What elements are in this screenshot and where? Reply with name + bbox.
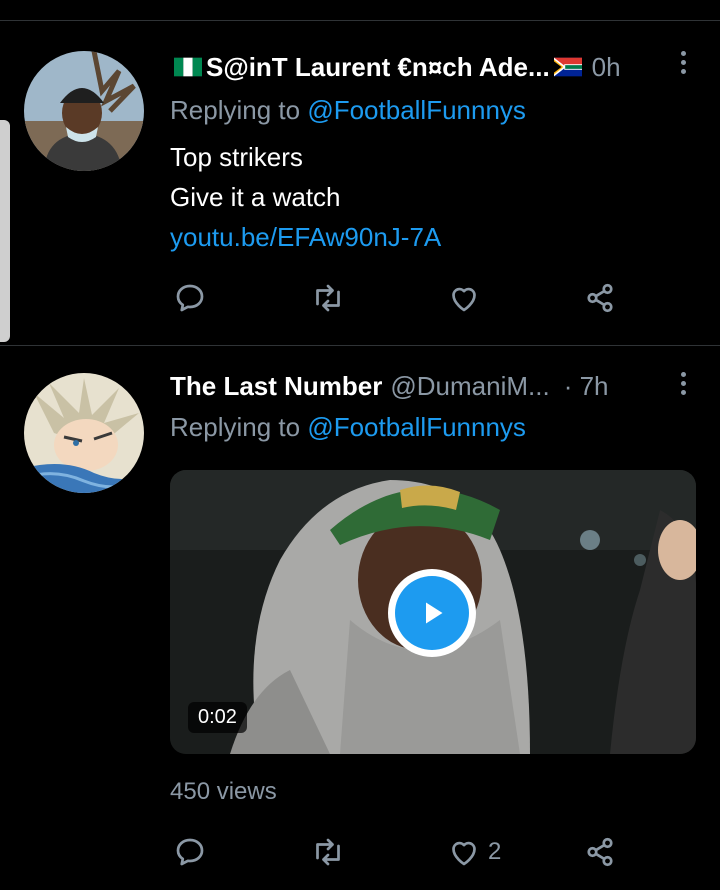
video-player[interactable]: 0:02 (170, 470, 696, 754)
heart-icon (452, 287, 476, 312)
video-duration: 0:02 (188, 702, 247, 733)
tweet-time: · 7h (563, 370, 609, 401)
reply-icon (176, 838, 204, 866)
tweet-link[interactable]: youtu.be/EFAw90nJ-7A (170, 217, 441, 257)
play-icon (426, 602, 443, 624)
tweet-text-line: Top strikers (170, 142, 303, 172)
tweet-header: The Last Number @DumaniM... · 7h (170, 368, 700, 404)
reply-icon (176, 284, 204, 312)
share-icon (587, 283, 613, 313)
view-count: 450 views (170, 778, 277, 805)
share-button[interactable] (582, 278, 618, 318)
retweet-icon (316, 838, 340, 866)
tweet-text-line: Give it a watch (170, 182, 341, 212)
more-options-icon[interactable] (678, 372, 688, 395)
reply-mention-link[interactable]: @FootballFunnnys (307, 95, 526, 125)
tweet-header: S@inT Laurent €n¤ch Ade... 0h (170, 49, 700, 85)
reply-mention-link[interactable]: @FootballFunnnys (307, 412, 526, 442)
reply-button[interactable] (172, 832, 208, 872)
more-options-icon[interactable] (678, 51, 688, 74)
heart-icon (452, 841, 476, 866)
tweet-text: Top strikers Give it a watch youtu.be/EF… (170, 137, 441, 257)
nigeria-flag-icon (174, 57, 202, 77)
tweet-actions (170, 278, 640, 318)
share-icon (587, 837, 613, 867)
reply-button[interactable] (172, 278, 208, 318)
replying-to: Replying to @FootballFunnnys (170, 412, 526, 443)
avatar[interactable] (24, 51, 144, 171)
play-button[interactable] (388, 569, 476, 657)
avatar[interactable] (24, 373, 144, 493)
author-handle[interactable]: @DumaniM... (390, 371, 549, 402)
reply-prefix: Replying to (170, 412, 301, 442)
author-name[interactable]: S@inT Laurent €n¤ch Ade... (206, 52, 550, 83)
retweet-button[interactable] (310, 278, 346, 318)
reply-prefix: Replying to (170, 95, 301, 125)
share-button[interactable] (582, 832, 618, 872)
retweet-button[interactable] (310, 832, 346, 872)
like-button[interactable] (446, 278, 482, 318)
like-button[interactable]: 2 (446, 832, 501, 872)
retweet-icon (316, 284, 340, 312)
tweet-1[interactable]: S@inT Laurent €n¤ch Ade... 0h Replying t… (0, 21, 720, 345)
tweet-2[interactable]: The Last Number @DumaniM... · 7h Replyin… (0, 345, 720, 890)
replying-to: Replying to @FootballFunnnys (170, 95, 526, 126)
tweet-time: 0h (591, 51, 621, 82)
like-count: 2 (488, 838, 502, 865)
south-africa-flag-icon (553, 57, 582, 77)
tweet-actions: 2 (170, 832, 640, 872)
author-name[interactable]: The Last Number (170, 371, 382, 402)
